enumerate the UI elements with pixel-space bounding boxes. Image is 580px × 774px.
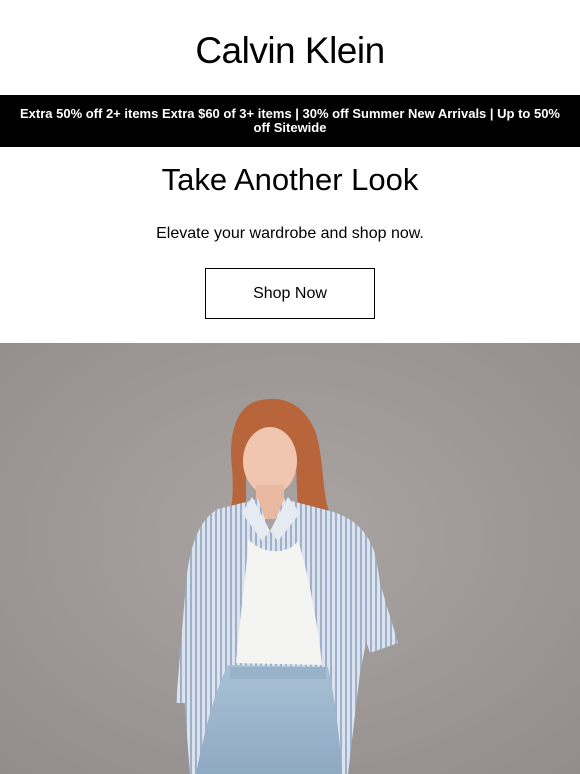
model-photo-illustration (0, 343, 580, 774)
promo-banner[interactable]: Extra 50% off 2+ items Extra $60 of 3+ i… (0, 95, 580, 147)
brand-logo[interactable]: Calvin Klein (195, 30, 385, 72)
page-headline: Take Another Look (161, 162, 419, 197)
hero-image[interactable] (0, 343, 580, 774)
shop-now-button[interactable]: Shop Now (205, 268, 375, 319)
email-header: Calvin Klein (0, 0, 580, 95)
page-subheadline: Elevate your wardrobe and shop now. (156, 225, 424, 242)
promo-text: Extra 50% off 2+ items Extra $60 of 3+ i… (19, 106, 560, 135)
